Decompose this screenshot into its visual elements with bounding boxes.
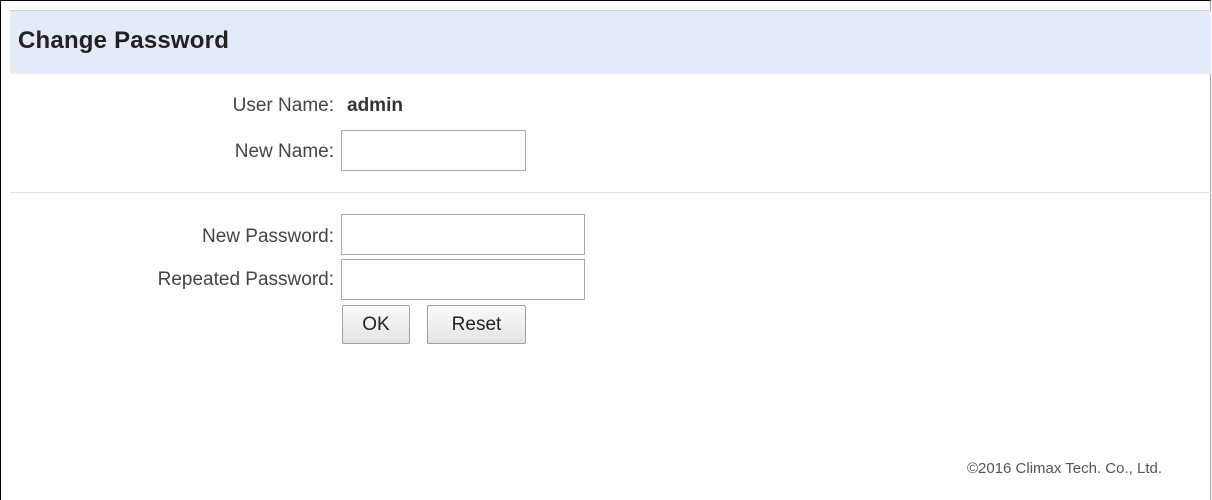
page-header: Change Password xyxy=(10,10,1211,74)
repeated-password-field[interactable] xyxy=(341,259,585,300)
reset-button[interactable]: Reset xyxy=(427,305,526,344)
new-password-label: New Password: xyxy=(202,226,334,247)
new-name-label: New Name: xyxy=(234,141,334,162)
copyright-text: ©2016 Climax Tech. Co., Ltd. xyxy=(966,460,1162,477)
new-name-field[interactable] xyxy=(341,130,526,171)
user-name-value: admin xyxy=(347,95,403,116)
user-name-label: User Name: xyxy=(232,95,334,116)
repeated-password-label: Repeated Password: xyxy=(157,269,334,290)
section-divider xyxy=(10,192,1211,193)
ok-button[interactable]: OK xyxy=(342,305,410,344)
new-password-field[interactable] xyxy=(341,214,585,255)
page-title: Change Password xyxy=(18,27,230,54)
page-frame xyxy=(0,0,1211,500)
